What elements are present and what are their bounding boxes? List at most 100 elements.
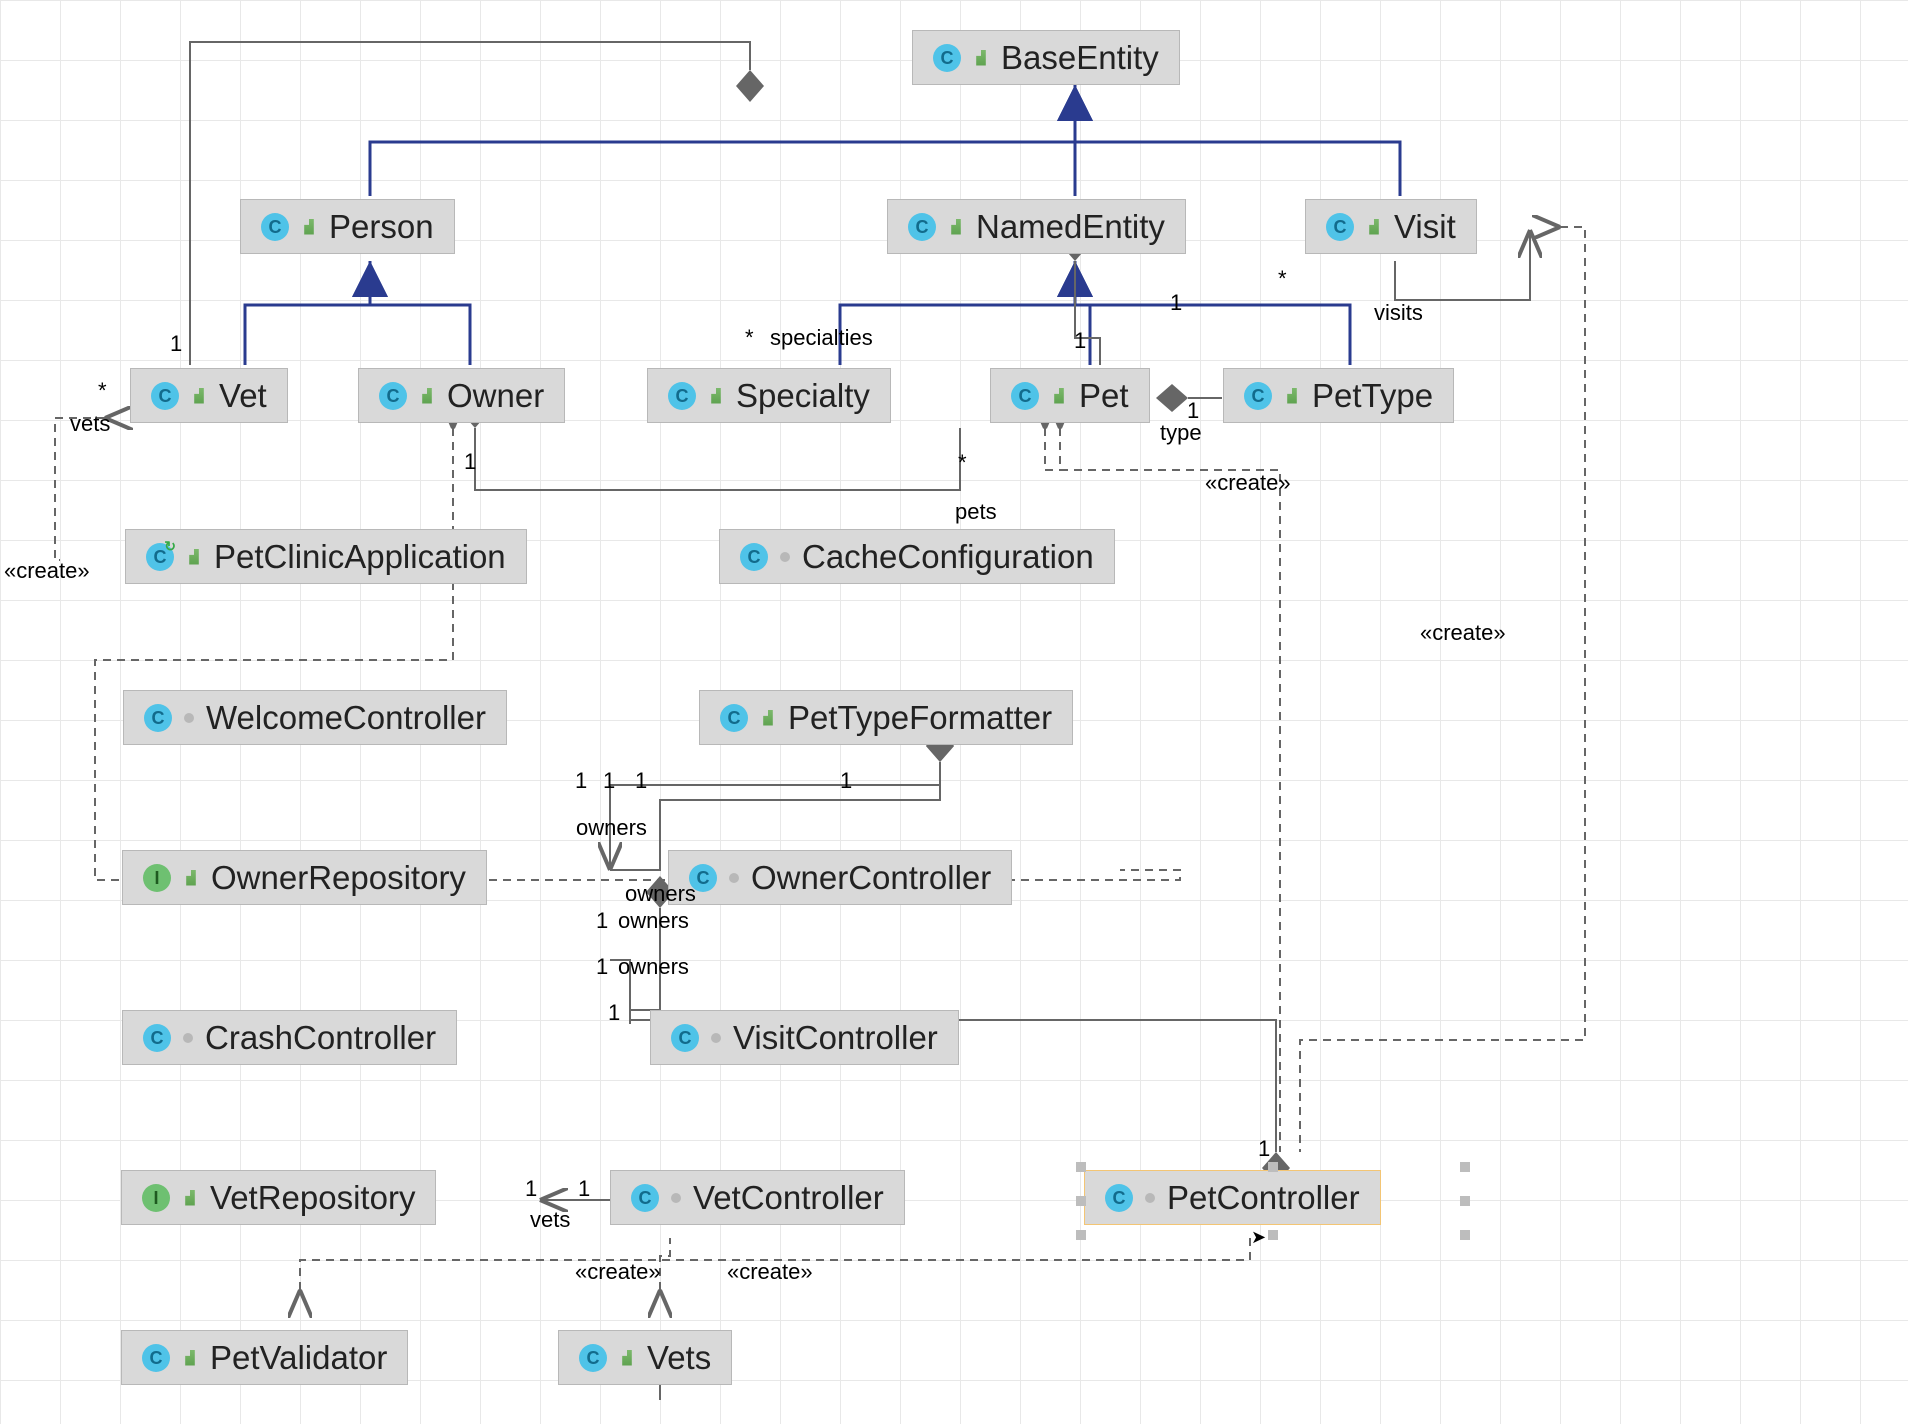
class-crash-controller[interactable]: C CrashController (122, 1010, 457, 1065)
class-vets[interactable]: C Vets (558, 1330, 732, 1385)
visibility-icon (419, 388, 435, 404)
class-pet-controller[interactable]: C PetController (1084, 1170, 1381, 1225)
visibility-icon (760, 710, 776, 726)
class-cache-configuration[interactable]: C CacheConfiguration (719, 529, 1115, 584)
multiplicity-label: 1 (596, 956, 608, 978)
multiplicity-label: 1 (1074, 330, 1086, 352)
visibility-icon (301, 219, 317, 235)
visibility-icon (182, 1350, 198, 1366)
class-icon: C (740, 543, 768, 571)
visibility-icon (191, 388, 207, 404)
class-owner-controller[interactable]: C OwnerController (668, 850, 1012, 905)
class-named-entity[interactable]: C NamedEntity (887, 199, 1186, 254)
class-label: NamedEntity (976, 210, 1165, 243)
multiplicity-label: 1 (1187, 400, 1199, 422)
visibility-icon (183, 870, 199, 886)
resize-handle[interactable] (1076, 1196, 1086, 1206)
class-icon: C (142, 1344, 170, 1372)
interface-owner-repository[interactable]: I OwnerRepository (122, 850, 487, 905)
visibility-icon (1366, 219, 1382, 235)
visibility-icon (182, 1190, 198, 1206)
multiplicity-label: 1 (525, 1178, 537, 1200)
mouse-cursor-icon: ➤ (1251, 1228, 1266, 1246)
class-label: CrashController (205, 1021, 436, 1054)
resize-handle[interactable] (1268, 1230, 1278, 1240)
class-pet-validator[interactable]: C PetValidator (121, 1330, 408, 1385)
resize-handle[interactable] (1460, 1196, 1470, 1206)
visibility-icon (708, 388, 724, 404)
visibility-icon (1284, 388, 1300, 404)
multiplicity-label: 1 (608, 1002, 620, 1024)
class-pet-type-formatter[interactable]: C PetTypeFormatter (699, 690, 1073, 745)
multiplicity-label: 1 (840, 770, 852, 792)
class-welcome-controller[interactable]: C WelcomeController (123, 690, 507, 745)
role-label: owners (618, 956, 689, 978)
multiplicity-label: 1 (1170, 292, 1182, 314)
role-label: owners (576, 817, 647, 839)
class-icon: C (908, 213, 936, 241)
class-label: Person (329, 210, 434, 243)
interface-vet-repository[interactable]: I VetRepository (121, 1170, 436, 1225)
visibility-icon (619, 1350, 635, 1366)
multiplicity-label: * (1278, 268, 1287, 290)
class-vet[interactable]: C Vet (130, 368, 288, 423)
class-visit[interactable]: C Visit (1305, 199, 1477, 254)
class-label: Vet (219, 379, 267, 412)
visibility-icon (183, 1033, 193, 1043)
class-person[interactable]: C Person (240, 199, 455, 254)
class-icon: C (1011, 382, 1039, 410)
resize-handle[interactable] (1076, 1230, 1086, 1240)
role-label: vets (530, 1209, 570, 1231)
class-vet-controller[interactable]: C VetController (610, 1170, 905, 1225)
visibility-icon (186, 549, 202, 565)
class-label: PetType (1312, 379, 1433, 412)
stereotype-label: «create» (575, 1261, 661, 1283)
class-icon: C (1105, 1184, 1133, 1212)
class-label: Visit (1394, 210, 1456, 243)
interface-icon: I (142, 1184, 170, 1212)
multiplicity-label: 1 (170, 333, 182, 355)
class-pet-clinic-application[interactable]: C PetClinicApplication (125, 529, 527, 584)
class-label: VetRepository (210, 1181, 415, 1214)
multiplicity-label: * (958, 452, 967, 474)
multiplicity-label: 1 (635, 770, 647, 792)
class-pet[interactable]: C Pet (990, 368, 1150, 423)
resize-handle[interactable] (1460, 1162, 1470, 1172)
class-icon: C (144, 704, 172, 732)
role-label: owners (618, 910, 689, 932)
class-icon: C (720, 704, 748, 732)
visibility-icon (671, 1193, 681, 1203)
class-pet-type[interactable]: C PetType (1223, 368, 1454, 423)
class-icon: C (933, 44, 961, 72)
class-label: CacheConfiguration (802, 540, 1094, 573)
role-label: owners (625, 883, 696, 905)
class-icon: C (1244, 382, 1272, 410)
visibility-icon (184, 713, 194, 723)
resize-handle[interactable] (1268, 1162, 1278, 1172)
class-label: PetClinicApplication (214, 540, 506, 573)
class-owner[interactable]: C Owner (358, 368, 565, 423)
stereotype-label: «create» (1420, 622, 1506, 644)
class-label: Pet (1079, 379, 1129, 412)
visibility-icon (1051, 388, 1067, 404)
multiplicity-label: 1 (575, 770, 587, 792)
class-icon: C (261, 213, 289, 241)
class-label: VetController (693, 1181, 884, 1214)
resize-handle[interactable] (1076, 1162, 1086, 1172)
class-label: Owner (447, 379, 544, 412)
class-visit-controller[interactable]: C VisitController (650, 1010, 959, 1065)
class-icon: C (668, 382, 696, 410)
class-specialty[interactable]: C Specialty (647, 368, 891, 423)
stereotype-label: «create» (4, 560, 90, 582)
class-label: WelcomeController (206, 701, 486, 734)
resize-handle[interactable] (1460, 1230, 1470, 1240)
class-label: Specialty (736, 379, 870, 412)
visibility-icon (729, 873, 739, 883)
role-label: vets (70, 413, 110, 435)
class-label: OwnerRepository (211, 861, 466, 894)
class-icon: C (143, 1024, 171, 1052)
role-label: pets (955, 501, 997, 523)
class-base-entity[interactable]: C BaseEntity (912, 30, 1180, 85)
role-label: specialties (770, 327, 873, 349)
class-icon: C (671, 1024, 699, 1052)
